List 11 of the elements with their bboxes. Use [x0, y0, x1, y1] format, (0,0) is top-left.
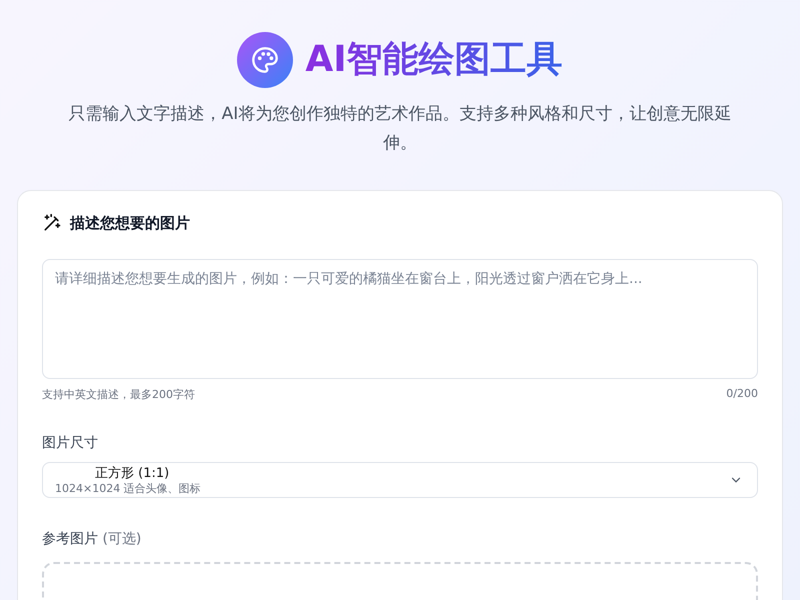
character-counter: 0/200 [726, 387, 758, 402]
size-option-detail: 1024×1024 适合头像、图标 [55, 482, 201, 496]
size-select[interactable]: 正方形 (1:1) 1024×1024 适合头像、图标 [42, 462, 758, 498]
size-option-title: 正方形 (1:1) [94, 464, 170, 482]
magic-wand-icon [42, 213, 62, 233]
reference-label: 参考图片 (可选) [42, 530, 142, 548]
input-hint: 支持中英文描述，最多200字符 [42, 387, 195, 402]
app-description: 只需输入文字描述，AI将为您创作独特的艺术作品。支持多种风格和尺寸，让创意无限延伸。 [68, 103, 732, 155]
section-title: 描述您想要的图片 [70, 214, 190, 232]
prompt-input[interactable]: 请详细描述您想要生成的图片，例如：一只可爱的橘猫坐在窗台上，阳光透过窗户洒在它身上... [42, 259, 758, 379]
size-label: 图片尺寸 [42, 434, 99, 452]
